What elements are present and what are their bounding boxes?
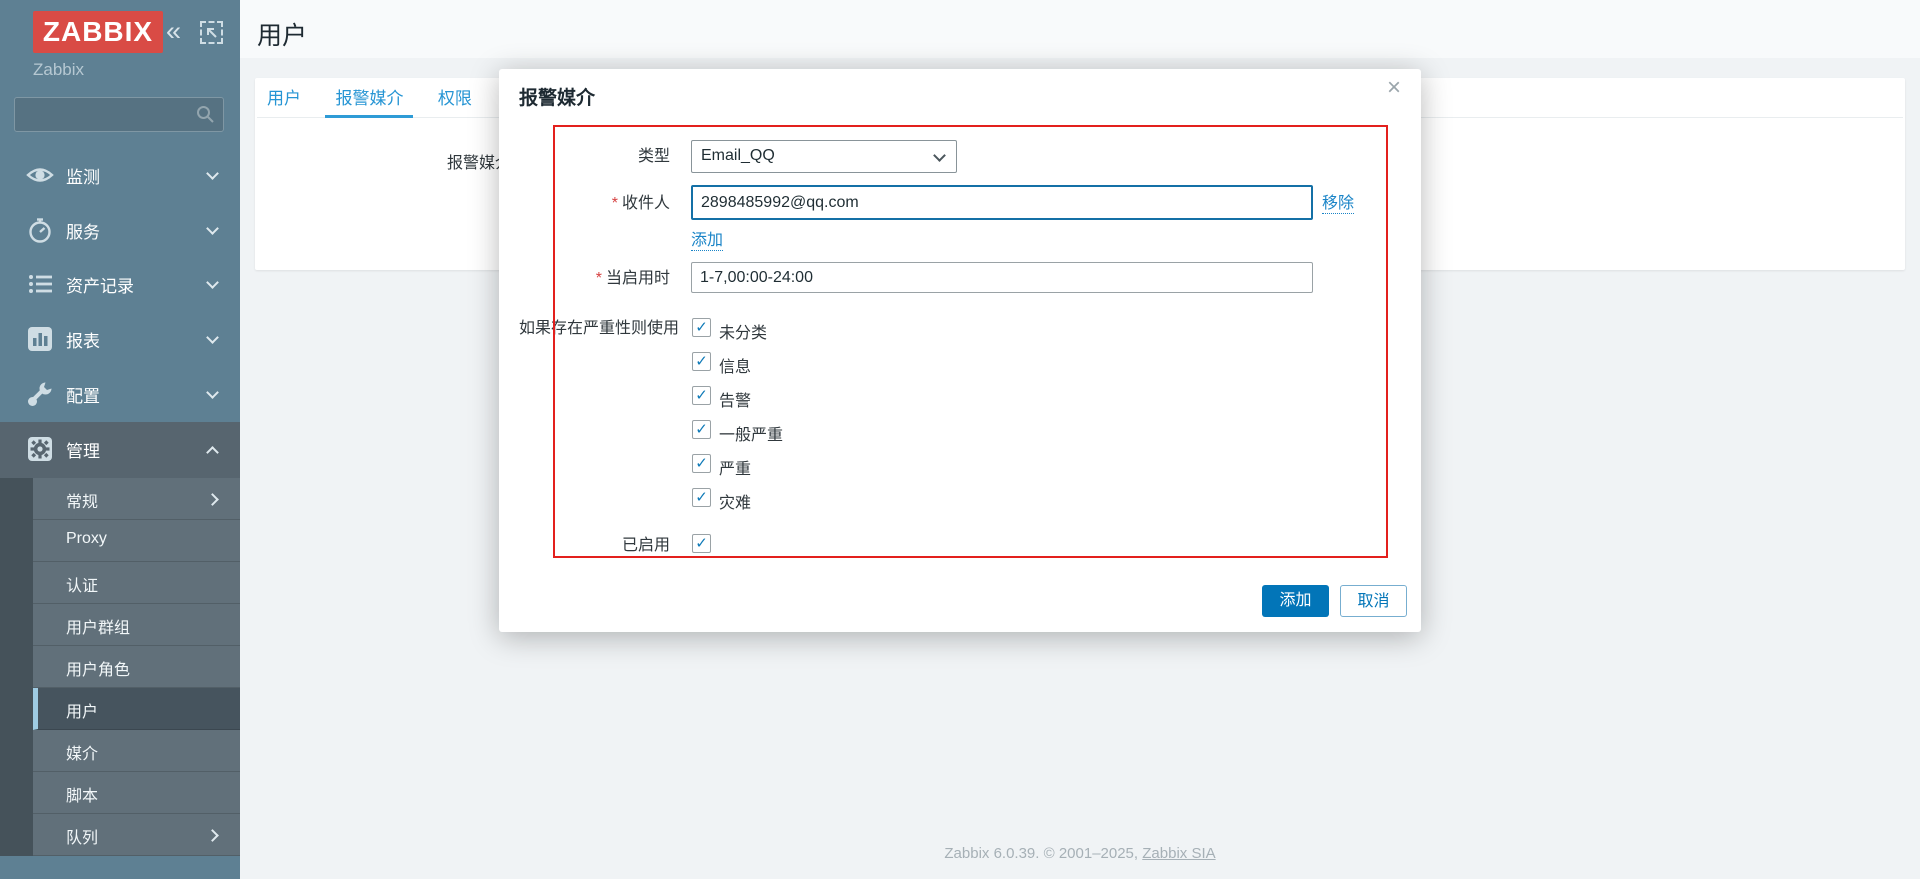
chevron-right-icon: [206, 829, 219, 842]
kiosk-arrow-icon: [204, 25, 219, 40]
severity-option-label: 严重: [719, 455, 751, 479]
severity-checkbox-high[interactable]: ✓: [692, 454, 711, 473]
severity-checkbox-not-classified[interactable]: ✓: [692, 318, 711, 337]
severity-option-label: 未分类: [719, 319, 767, 343]
required-asterisk: *: [596, 270, 602, 287]
severity-option-label: 一般严重: [719, 421, 783, 445]
chevron-down-icon: [206, 276, 219, 289]
close-icon[interactable]: ×: [1387, 74, 1401, 102]
severity-option-label: 告警: [719, 387, 751, 411]
inventory-list-icon: [26, 270, 54, 298]
enabled-checkbox[interactable]: ✓: [692, 534, 711, 553]
search-input[interactable]: [23, 100, 188, 129]
sidebar-item-label: 监测: [66, 163, 100, 188]
submenu-item-proxy[interactable]: Proxy: [33, 520, 240, 562]
page-title: 用户: [257, 16, 307, 52]
submenu-item-authentication[interactable]: 认证: [33, 562, 240, 604]
submenu-item-users[interactable]: 用户: [33, 688, 240, 730]
send-to-label: *收件人: [519, 194, 670, 214]
zabbix-app: ZABBIX « Zabbix 监测: [0, 0, 1920, 879]
collapse-sidebar-icon[interactable]: «: [166, 14, 181, 48]
media-dialog: 报警媒介 × 类型 Email_QQ *收件人 移除 添加 *当启用时 如果存在…: [499, 69, 1421, 632]
tab-permissions[interactable]: 权限: [428, 78, 482, 118]
chevron-right-icon: [206, 493, 219, 506]
severity-option-label: 信息: [719, 353, 751, 377]
enabled-label: 已启用: [519, 536, 670, 556]
chevron-up-icon: [206, 446, 219, 459]
when-active-label: *当启用时: [519, 269, 670, 289]
server-name: Zabbix: [33, 60, 84, 80]
severity-checkbox-information[interactable]: ✓: [692, 352, 711, 371]
eye-icon: [26, 161, 54, 189]
type-label: 类型: [519, 147, 670, 167]
sidebar-item-label: 服务: [66, 218, 100, 243]
severity-option-label: 灾难: [719, 489, 751, 513]
type-select[interactable]: Email_QQ: [691, 140, 957, 173]
sidebar-item-administration[interactable]: 管理: [0, 422, 240, 478]
remove-link[interactable]: 移除: [1322, 194, 1354, 214]
sidebar-item-inventory[interactable]: 资产记录: [0, 257, 240, 311]
tab-user[interactable]: 用户: [257, 78, 311, 118]
sidebar-search: [14, 97, 224, 132]
wrench-icon: [26, 380, 54, 408]
page-header: [240, 0, 1920, 58]
sidebar-item-label: 管理: [66, 437, 100, 462]
submenu-item-scripts[interactable]: 脚本: [33, 772, 240, 814]
add-button[interactable]: 添加: [1262, 585, 1329, 617]
chevron-down-icon: [206, 386, 219, 399]
required-asterisk: *: [612, 195, 618, 212]
sidebar-item-monitoring[interactable]: 监测: [0, 148, 240, 202]
chevron-down-icon: [933, 149, 946, 162]
sidebar-item-label: 资产记录: [66, 272, 134, 297]
sidebar-item-label: 配置: [66, 382, 100, 407]
sidebar-item-configuration[interactable]: 配置: [0, 367, 240, 421]
add-recipient-link[interactable]: 添加: [691, 231, 723, 251]
severity-label: 如果存在严重性则使用: [519, 319, 670, 339]
chevron-down-icon: [206, 222, 219, 235]
send-to-input[interactable]: [691, 185, 1313, 220]
zabbix-logo[interactable]: ZABBIX: [33, 11, 163, 53]
gear-icon: [26, 435, 54, 463]
submenu-item-general[interactable]: 常规: [33, 478, 240, 520]
sidebar-item-label: 报表: [66, 327, 100, 352]
severity-checkbox-disaster[interactable]: ✓: [692, 488, 711, 507]
chevron-down-icon: [206, 167, 219, 180]
chevron-down-icon: [206, 331, 219, 344]
severity-checkbox-warning[interactable]: ✓: [692, 386, 711, 405]
stopwatch-icon: [26, 216, 54, 244]
cancel-button[interactable]: 取消: [1340, 585, 1407, 617]
sidebar-item-reports[interactable]: 报表: [0, 312, 240, 366]
submenu-item-media-types[interactable]: 媒介: [33, 730, 240, 772]
search-icon[interactable]: [195, 104, 215, 124]
submenu-item-queue[interactable]: 队列: [33, 814, 240, 856]
type-select-value: Email_QQ: [701, 147, 775, 165]
sidebar-item-services[interactable]: 服务: [0, 203, 240, 257]
footer: Zabbix 6.0.39. © 2001–2025, Zabbix SIA: [240, 845, 1920, 862]
footer-version-text: Zabbix 6.0.39. © 2001–2025,: [944, 845, 1142, 862]
submenu-item-user-groups[interactable]: 用户群组: [33, 604, 240, 646]
dialog-title: 报警媒介: [519, 83, 595, 110]
tab-media[interactable]: 报警媒介: [325, 78, 413, 118]
sidebar: ZABBIX « Zabbix 监测: [0, 0, 240, 879]
footer-zabbix-sia-link[interactable]: Zabbix SIA: [1142, 845, 1215, 862]
when-active-input[interactable]: [691, 262, 1313, 293]
kiosk-mode-icon[interactable]: [200, 21, 223, 44]
severity-checkbox-average[interactable]: ✓: [692, 420, 711, 439]
administration-submenu: 常规 Proxy 认证 用户群组 用户角色 用户 媒介 脚本: [0, 478, 240, 856]
submenu-item-user-roles[interactable]: 用户角色: [33, 646, 240, 688]
report-chart-icon: [26, 325, 54, 353]
